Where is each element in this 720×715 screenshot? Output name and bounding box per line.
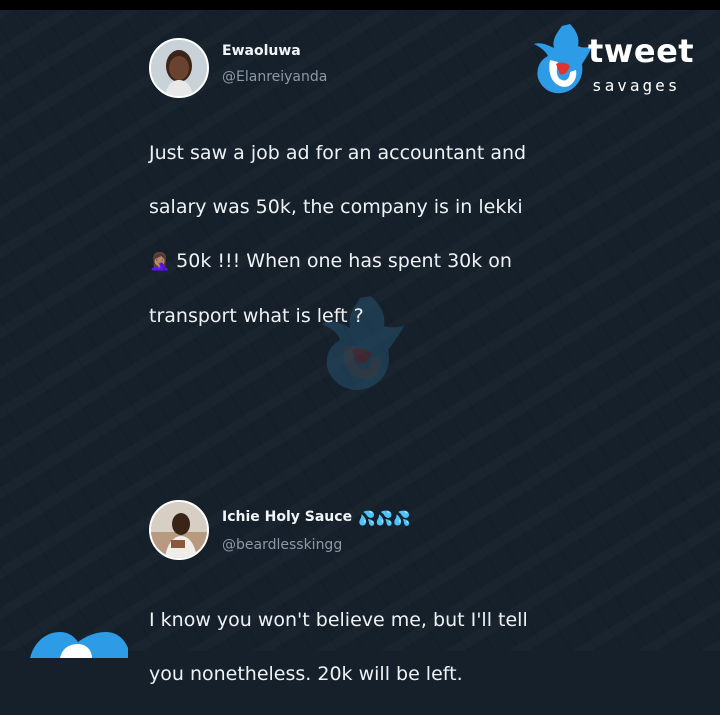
facepalm-emoji-icon: 🤦🏽‍♀️ [149, 252, 171, 272]
logo-wordmark: tweet [588, 32, 695, 70]
tweet-line: salary was 50k, the company is in lekki [149, 196, 523, 218]
tweet-line: 🤦🏽‍♀️ 50k !!! When one has spent 30k on [149, 248, 526, 276]
bird-icon [30, 632, 128, 658]
user-avatar-icon [151, 502, 207, 558]
tweet-text: Just saw a job ad for an accountant and … [149, 113, 526, 357]
tweet-line: you nonetheless. 20k will be left. [149, 663, 463, 685]
user-avatar-icon [151, 40, 207, 96]
avatar[interactable] [149, 500, 209, 560]
tweet-savages-bird-icon [534, 24, 592, 94]
tweet-text: I know you won't believe me, but I'll te… [149, 580, 528, 715]
droplets-emoji-icon: 💦💦💦 [358, 511, 411, 527]
user-handle[interactable]: @beardlesskingg [222, 537, 342, 553]
tweet-line: I know you won't believe me, but I'll te… [149, 609, 528, 631]
display-name[interactable]: Ewaoluwa [222, 43, 301, 59]
corner-logo-partial [20, 618, 130, 658]
tweet-savages-logo: tweet savages [526, 20, 694, 100]
tweet-line: Just saw a job ad for an accountant and [149, 142, 527, 164]
user-handle[interactable]: @Elanreiyanda [222, 69, 327, 85]
top-status-bar [0, 0, 720, 10]
display-name[interactable]: Ichie Holy Sauce 💦💦💦 [222, 509, 410, 527]
avatar[interactable] [149, 38, 209, 98]
logo-subtitle: savages [592, 76, 681, 95]
tweet-line: transport what is left ? [149, 305, 364, 327]
